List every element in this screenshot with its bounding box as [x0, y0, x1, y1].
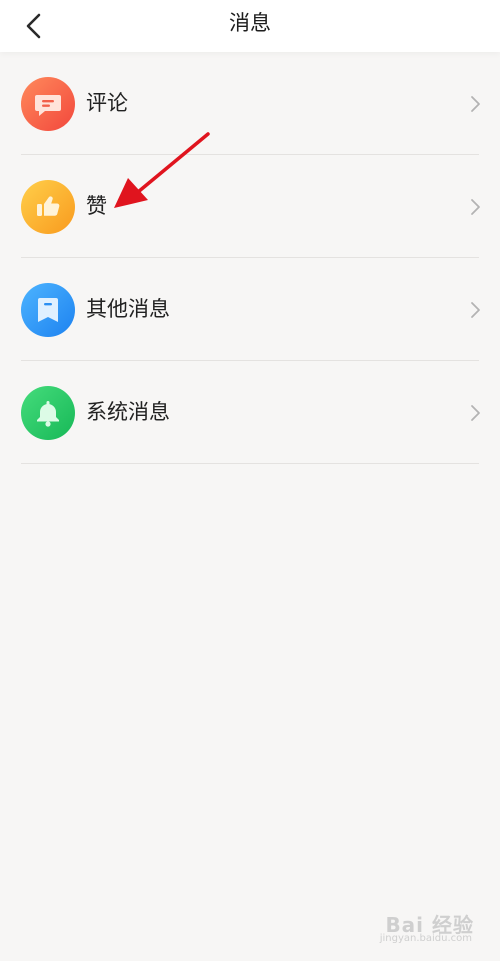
thumbs-up-icon-badge — [21, 180, 75, 234]
menu-item-label: 赞 — [86, 194, 107, 218]
bell-icon-badge — [21, 386, 75, 440]
page-title: 消息 — [229, 11, 271, 35]
message-category-list: 评论 赞 其他消息 系统消息 — [0, 52, 500, 464]
menu-item-label: 系统消息 — [86, 400, 170, 424]
bookmark-icon — [38, 298, 58, 322]
watermark-logo: Bai 经验 jingyan.baidu.com — [374, 909, 474, 949]
menu-item-comment[interactable]: 评论 — [0, 52, 500, 155]
menu-item-other-messages[interactable]: 其他消息 — [0, 258, 500, 361]
thumbs-up-icon — [37, 196, 60, 216]
menu-item-label: 其他消息 — [86, 297, 170, 321]
header-bar: 消息 — [0, 0, 500, 52]
chevron-right-icon — [471, 405, 480, 421]
chevron-right-icon — [471, 96, 480, 112]
menu-item-system-messages[interactable]: 系统消息 — [0, 361, 500, 464]
menu-item-label: 评论 — [86, 91, 128, 115]
menu-item-likes[interactable]: 赞 — [0, 155, 500, 258]
bookmark-icon-badge — [21, 283, 75, 337]
chevron-right-icon — [471, 302, 480, 318]
chevron-right-icon — [471, 199, 480, 215]
divider — [21, 463, 479, 464]
comment-icon — [35, 95, 61, 116]
bell-icon — [37, 401, 59, 427]
comment-icon-badge — [21, 77, 75, 131]
watermark-sub: jingyan.baidu.com — [379, 933, 472, 944]
